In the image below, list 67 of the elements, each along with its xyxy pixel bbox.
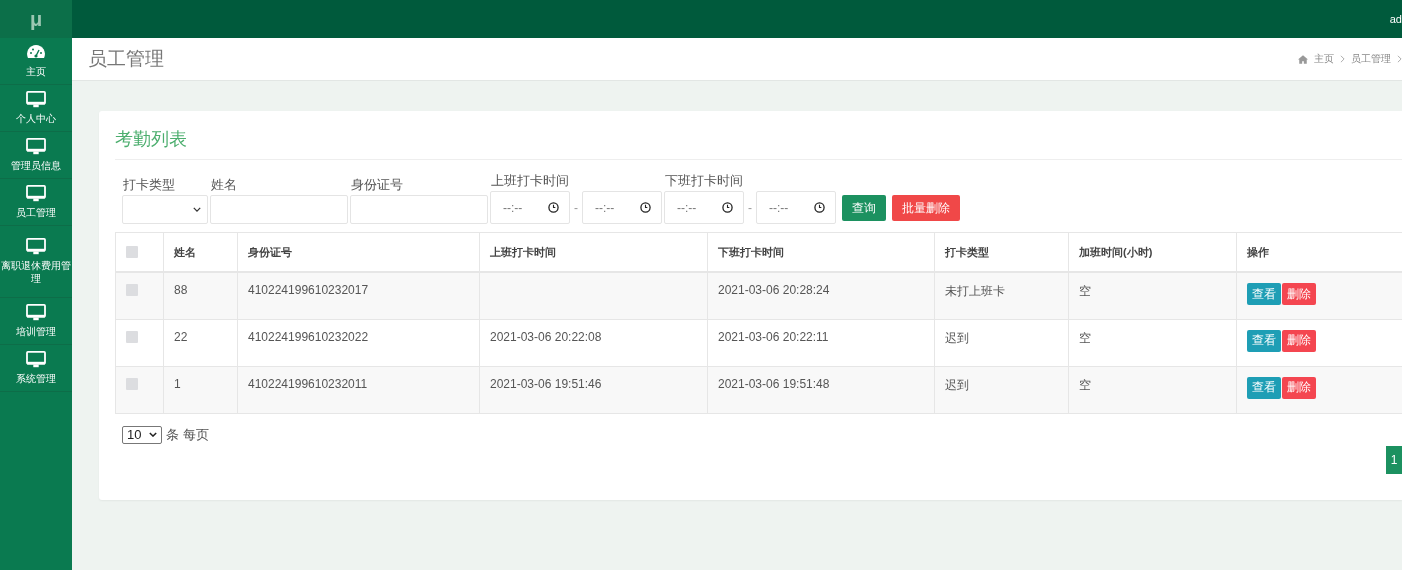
monitor-icon [26,91,46,109]
caret-icon [149,432,157,437]
table-cell: 88 [174,283,188,297]
range-separator: - [748,200,752,215]
id-number-field[interactable] [350,195,488,224]
time-field[interactable]: --:-- [756,191,836,224]
table-cell: 空 [1079,330,1091,345]
view-button[interactable]: 查看 [1247,283,1281,305]
search-button[interactable]: 查询 [842,195,886,221]
time-field[interactable]: --:-- [664,191,744,224]
row-checkbox[interactable] [126,283,138,296]
table-cell: 空 [1079,377,1091,392]
user-name[interactable]: ad [1389,13,1402,25]
field-label: 身份证号 [350,176,404,194]
clock-icon [814,202,825,213]
page-size-select[interactable]: 10 [122,425,162,444]
select-all-checkbox[interactable] [126,246,138,258]
table-cell: 410224199610232022 [248,329,369,344]
card-title: 考勤列表 [115,127,1402,160]
chevron-icon [1397,55,1402,63]
range-separator: - [574,200,578,215]
time-field[interactable]: --:-- [582,191,662,224]
time-field[interactable]: --:-- [490,191,570,224]
page-size-label: 条 每页 [166,425,209,444]
table-cell: 2021-03-06 19:51:46 [490,376,602,391]
field-label: 打卡类型 [122,176,176,194]
field-label: 下班打卡时间 [664,172,744,190]
home-icon [1298,54,1308,64]
table-cell: 410224199610232017 [248,283,369,297]
breadcrumb-link[interactable]: 员工管理 [1351,52,1391,66]
table-cell: 迟到 [945,330,969,345]
monitor-icon [26,238,46,256]
monitor-icon [26,304,46,322]
monitor-icon [26,138,46,156]
view-button[interactable]: 查看 [1247,376,1281,399]
row-checkbox[interactable] [126,330,138,343]
row-checkbox[interactable] [126,377,138,390]
table-cell: 410224199610232011 [248,376,368,391]
delete-button[interactable]: 删除 [1282,376,1316,399]
field-label: 上班打卡时间 [490,172,570,190]
table-cell: 2021-03-06 20:22:11 [718,329,829,344]
caret-icon [193,207,201,212]
batch-delete-button[interactable]: 批量删除 [892,195,960,221]
table-cell: 未打上班卡 [945,284,1005,298]
chevron-icon [1340,55,1345,63]
name-field[interactable] [210,195,348,224]
monitor-icon [26,351,46,369]
field-label: 姓名 [210,176,238,194]
monitor-icon [26,185,46,203]
table-cell: 2021-03-06 19:51:48 [718,376,830,391]
clock-icon [548,202,559,213]
table-cell: 2021-03-06 20:28:24 [718,283,830,297]
clock-icon [640,202,651,213]
view-button[interactable]: 查看 [1247,329,1281,352]
delete-button[interactable]: 删除 [1282,329,1316,352]
table-cell: 2021-03-06 20:22:08 [490,329,602,344]
clock-icon [722,202,733,213]
table-cell: 迟到 [945,377,969,392]
logo: μ [0,0,72,38]
table-cell: 1 [174,376,181,391]
breadcrumb-link[interactable]: 主页 [1314,52,1334,66]
type-select[interactable] [122,195,208,224]
table-cell: 22 [174,329,188,344]
page-button[interactable]: 1 [1386,445,1402,474]
table-cell: 空 [1079,284,1091,298]
page-title: 员工管理 [88,47,164,71]
delete-button[interactable]: 删除 [1282,283,1316,305]
